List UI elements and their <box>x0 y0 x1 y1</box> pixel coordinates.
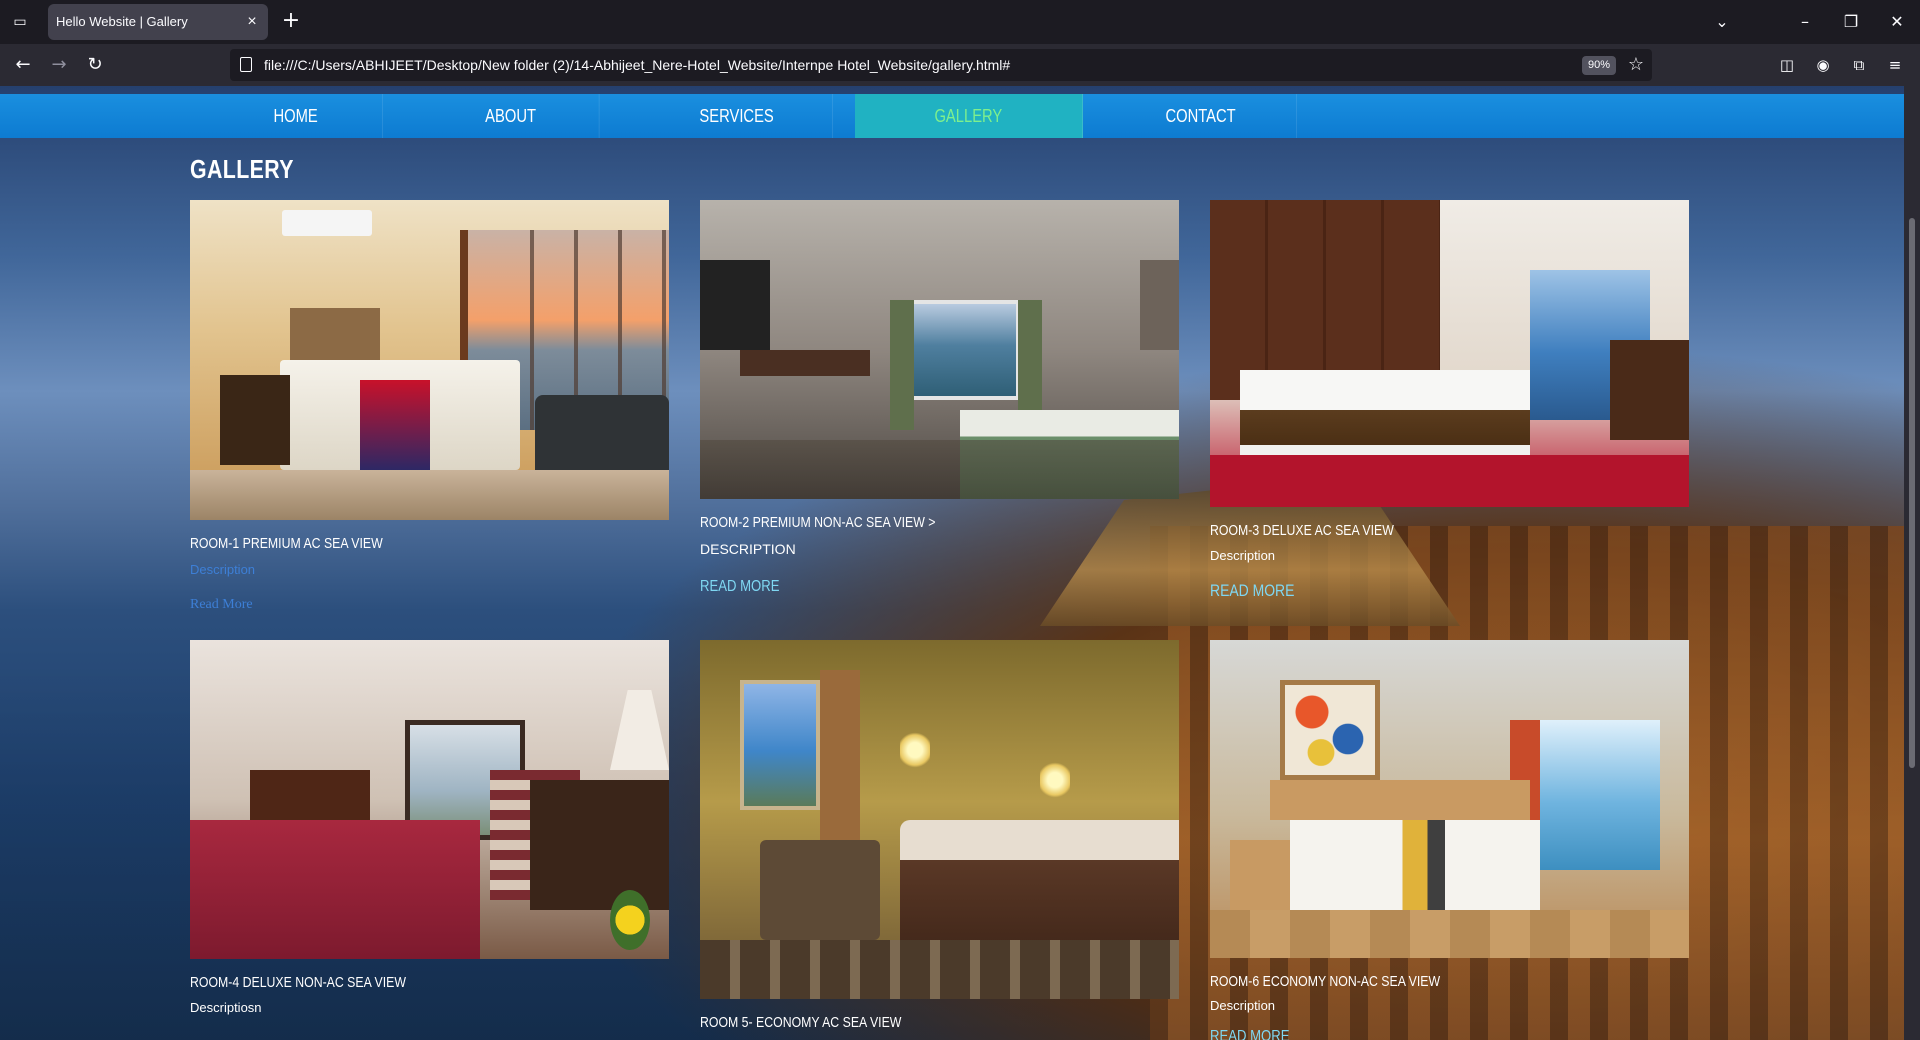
room-image[interactable] <box>700 200 1179 499</box>
room-title: ROOM-2 PREMIUM NON-AC SEA VIEW > <box>700 514 936 531</box>
url-text[interactable]: file:///C:/Users/ABHIJEET/Desktop/New fo… <box>264 49 1010 81</box>
restore-icon[interactable]: ❐ <box>1837 8 1865 36</box>
browser-tab-active[interactable]: Hello Website | Gallery × <box>48 4 268 40</box>
tab-title: Hello Website | Gallery <box>56 14 188 29</box>
bookmark-star-icon[interactable]: ☆ <box>1624 53 1648 77</box>
room-description: Description <box>190 562 256 577</box>
zoom-level-badge[interactable]: 90% <box>1582 56 1617 75</box>
minimize-icon[interactable]: – <box>1791 8 1819 36</box>
menu-contact[interactable]: CONTACT <box>1105 94 1297 138</box>
browser-tab-strip: ▭ Hello Website | Gallery × + ⌄ – ❐ ✕ <box>0 0 1920 44</box>
forward-arrow-icon[interactable]: → <box>45 51 73 79</box>
menu-gallery[interactable]: GALLERY <box>855 94 1083 138</box>
read-more-link[interactable]: READ MORE <box>700 578 779 596</box>
room-title: ROOM-4 DELUXE NON-AC SEA VIEW <box>190 974 406 991</box>
room-title: ROOM 5- ECONOMY AC SEA VIEW <box>700 1014 902 1031</box>
pocket-icon[interactable]: ◫ <box>1773 51 1801 79</box>
room-image[interactable] <box>1210 640 1689 958</box>
app-menu-icon[interactable]: ≡ <box>1881 51 1909 79</box>
room-title: ROOM-6 ECONOMY NON-AC SEA VIEW <box>1210 973 1441 990</box>
new-tab-icon[interactable]: + <box>279 10 303 34</box>
page-title: GALLERY <box>190 154 294 184</box>
room-title: ROOM-3 DELUXE AC SEA VIEW <box>1210 522 1394 539</box>
browser-nav-bar: ← → ↻ file:///C:/Users/ABHIJEET/Desktop/… <box>0 44 1920 86</box>
close-window-icon[interactable]: ✕ <box>1883 8 1911 36</box>
extensions-icon[interactable]: ⧉ <box>1845 51 1873 79</box>
tab-overflow-chevron-icon[interactable]: ⌄ <box>1708 8 1736 36</box>
close-tab-icon[interactable]: × <box>242 4 262 40</box>
reload-icon[interactable]: ↻ <box>81 51 109 79</box>
page-icon <box>240 57 252 72</box>
menu-services[interactable]: SERVICES <box>641 94 833 138</box>
site-menu: HOME ABOUT SERVICES GALLERY CONTACT <box>0 94 1904 138</box>
tab-list-icon[interactable]: ▭ <box>8 10 32 34</box>
room-image[interactable] <box>190 640 669 959</box>
read-more-link[interactable]: READ MORE <box>1210 581 1294 601</box>
page-scrollbar[interactable] <box>1904 86 1920 1040</box>
read-more-link[interactable]: Read More <box>190 597 253 613</box>
room-title: ROOM-1 PREMIUM AC SEA VIEW <box>190 535 383 552</box>
room-description: Description <box>1210 548 1276 563</box>
scrollbar-thumb[interactable] <box>1909 218 1915 768</box>
menu-about[interactable]: ABOUT <box>422 94 600 138</box>
menu-home[interactable]: HOME <box>209 94 383 138</box>
page-viewport: HOME ABOUT SERVICES GALLERY CONTACT GALL… <box>0 86 1904 1040</box>
back-arrow-icon[interactable]: ← <box>9 51 37 79</box>
account-icon[interactable]: ◉ <box>1809 51 1837 79</box>
room-image[interactable] <box>190 200 669 520</box>
menu-gallery-label: GALLERY <box>934 106 1003 126</box>
room-description: Descriptiosn <box>190 1000 262 1015</box>
address-bar[interactable]: file:///C:/Users/ABHIJEET/Desktop/New fo… <box>230 49 1652 81</box>
room-image[interactable] <box>1210 200 1689 507</box>
read-more-link[interactable]: READ MORE <box>1210 1028 1289 1040</box>
room-image[interactable] <box>700 640 1179 999</box>
room-description: Description <box>1210 998 1276 1013</box>
room-description: DESCRIPTION <box>700 541 796 557</box>
